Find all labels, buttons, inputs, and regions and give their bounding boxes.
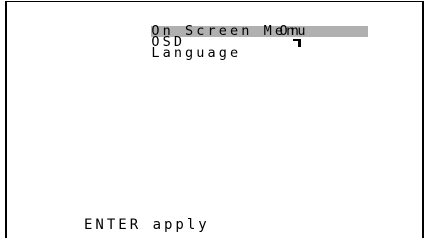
menu-item-label: Language bbox=[151, 45, 242, 61]
menu-title-row: On Screen Menu bbox=[84, 15, 369, 38]
osd-screen: On Screen Menu OSD On Language ENTER app… bbox=[5, 1, 424, 238]
corner-cursor-icon bbox=[293, 39, 301, 47]
menu-item-value: On bbox=[279, 23, 302, 39]
menu-item-osd[interactable]: OSD On bbox=[84, 23, 310, 49]
menu-item-language[interactable]: Language bbox=[84, 37, 310, 60]
osd-menu: On Screen Menu OSD On Language bbox=[84, 15, 369, 60]
footer-hint: ENTER apply bbox=[84, 217, 210, 233]
